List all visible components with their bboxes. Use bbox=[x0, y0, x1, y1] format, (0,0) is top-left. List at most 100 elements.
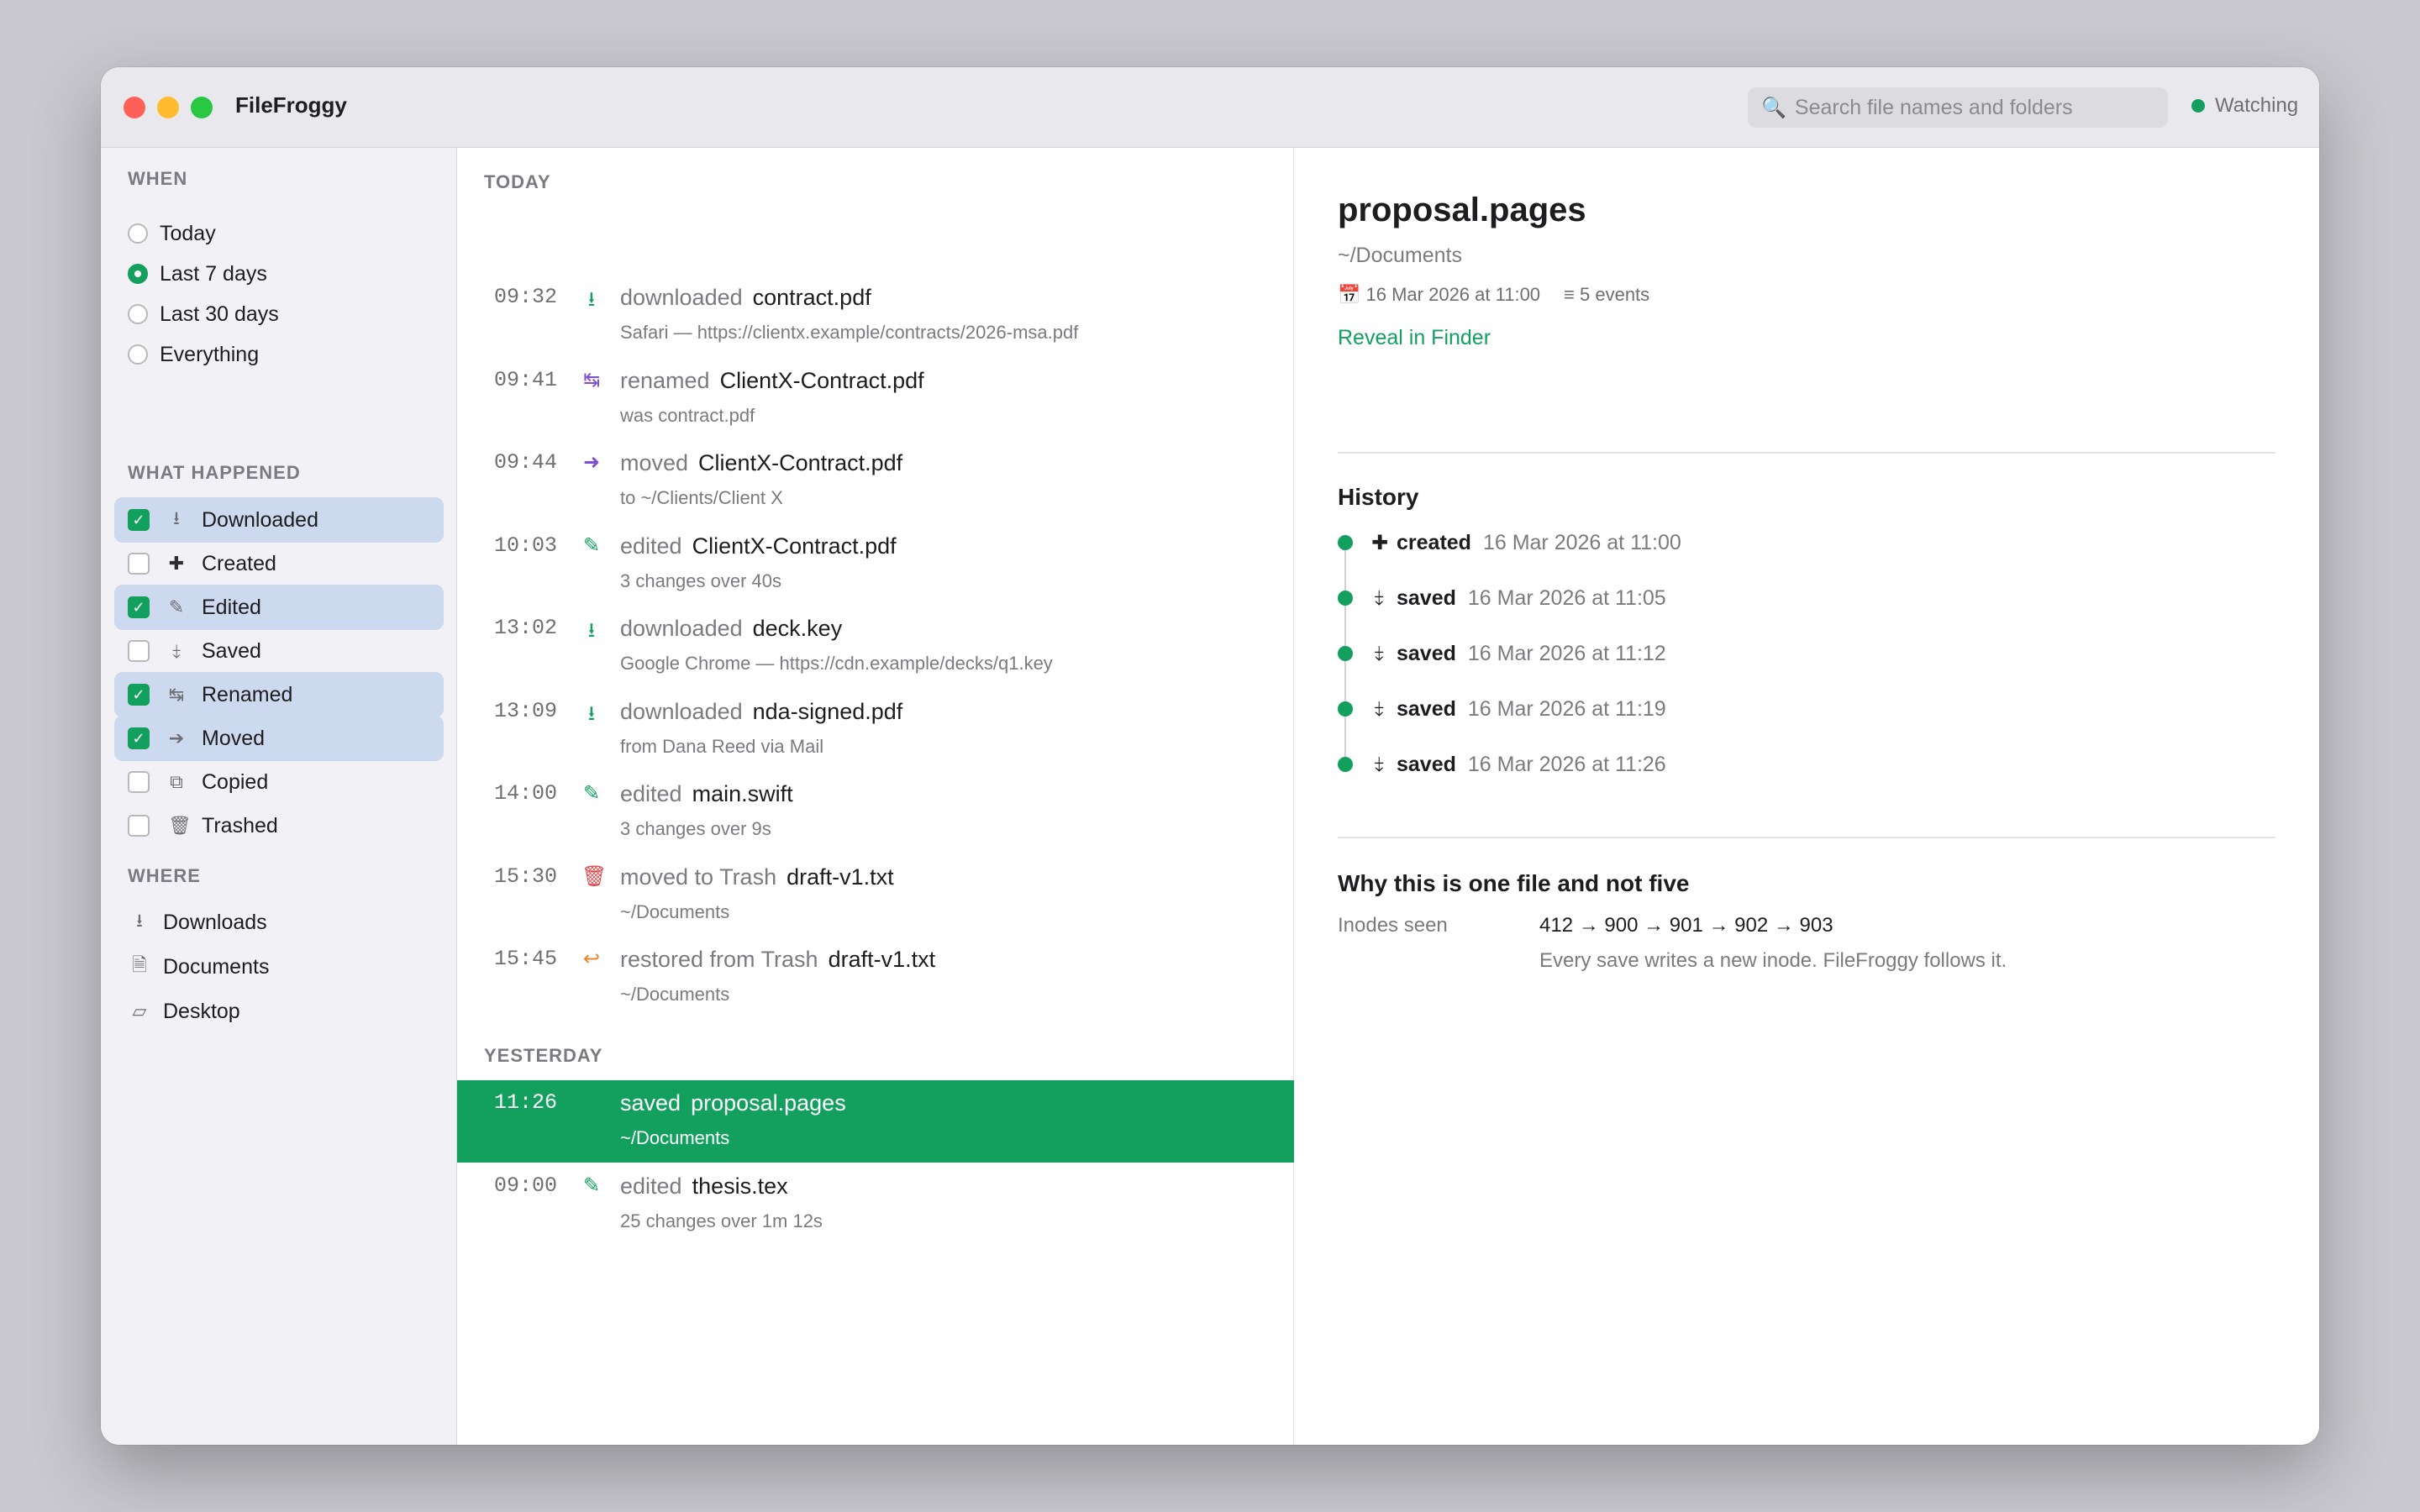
filter-saved[interactable]: ⤈ Saved bbox=[114, 628, 444, 674]
where-item-documents[interactable]: 🗎 Documents bbox=[131, 948, 269, 985]
event-detail: to ~/Clients/Client X bbox=[620, 487, 783, 508]
zoom-window-button[interactable] bbox=[191, 97, 213, 118]
history-dot-icon bbox=[1338, 701, 1353, 717]
event-time: 13:02 bbox=[494, 616, 558, 640]
checkbox[interactable] bbox=[128, 553, 150, 575]
search-input[interactable] bbox=[1794, 95, 2148, 120]
pencil-icon: ✎ bbox=[582, 1173, 601, 1197]
history-dot-icon bbox=[1338, 646, 1353, 661]
detail-file-path: ~/Documents bbox=[1338, 244, 1462, 267]
event-summary: restored from Trash draft-v1.txt bbox=[620, 947, 935, 973]
day-header-today: TODAY bbox=[484, 171, 551, 192]
filter-edited[interactable]: ✓ ✎ Edited bbox=[114, 585, 444, 630]
restore-icon: ↩ bbox=[582, 948, 601, 970]
close-window-button[interactable] bbox=[124, 97, 145, 118]
history-entry: ⤈ saved 16 Mar 2026 at 11:26 bbox=[1338, 748, 1666, 781]
where-item-label: Desktop bbox=[163, 999, 240, 1023]
event-file-name: ClientX-Contract.pdf bbox=[692, 533, 897, 559]
pencil-icon: ✎ bbox=[168, 596, 185, 617]
event-row[interactable]: 14:00 ✎ edited main.swift 3 changes over 9s bbox=[457, 771, 1294, 853]
checkbox[interactable] bbox=[128, 771, 150, 793]
history-action: saved bbox=[1397, 696, 1456, 721]
when-option[interactable]: Everything bbox=[128, 338, 259, 371]
filter-label: Downloaded bbox=[202, 507, 318, 532]
event-detail: 3 changes over 9s bbox=[620, 818, 771, 839]
filter-trashed[interactable]: 🗑 Trashed bbox=[114, 803, 444, 848]
event-row[interactable]: 09:44 ➜ moved ClientX-Contract.pdf to ~/Clie… bbox=[457, 440, 1294, 522]
when-section-title: WHEN bbox=[128, 168, 188, 189]
event-row[interactable]: 11:26 ⤈ saved proposal.pages ~/Documents bbox=[457, 1080, 1294, 1163]
checkbox[interactable]: ✓ bbox=[128, 727, 150, 749]
history-entry: ⤈ saved 16 Mar 2026 at 11:05 bbox=[1338, 581, 1666, 615]
event-time: 09:44 bbox=[494, 450, 558, 475]
event-summary: downloaded nda-signed.pdf bbox=[620, 699, 902, 725]
what-happened-section-title: WHAT HAPPENED bbox=[128, 462, 301, 483]
event-row[interactable]: 13:09 ⭳ downloaded nda-signed.pdf from Dana … bbox=[457, 689, 1294, 771]
status-dot-icon bbox=[2191, 99, 2205, 113]
event-file-name: draft-v1.txt bbox=[786, 864, 894, 890]
trash-icon: 🗑 bbox=[168, 815, 192, 836]
where-item-downloads[interactable]: ⭳ Downloads bbox=[131, 904, 267, 941]
calendar-icon: 📅 bbox=[1338, 284, 1366, 305]
event-detail: from Dana Reed via Mail bbox=[620, 735, 824, 757]
pencil-icon: ✎ bbox=[582, 533, 601, 557]
radio-button[interactable] bbox=[128, 344, 148, 365]
event-row[interactable]: 09:32 ⭳ downloaded contract.pdf Safari — htt… bbox=[457, 275, 1294, 357]
radio-button[interactable] bbox=[128, 223, 148, 244]
checkbox[interactable]: ✓ bbox=[128, 684, 150, 706]
watching-status: Watching bbox=[2191, 94, 2298, 118]
event-file-name: main.swift bbox=[692, 781, 793, 806]
radio-button[interactable] bbox=[128, 264, 148, 284]
search-field[interactable]: 🔍 bbox=[1748, 87, 2168, 128]
history-action: saved bbox=[1397, 752, 1456, 776]
where-item-desktop[interactable]: ▱ Desktop bbox=[131, 993, 240, 1030]
inodes-value: 412 → 900 → 901 → 902 → 903 bbox=[1539, 914, 1833, 937]
document-icon: 🗎 bbox=[132, 954, 147, 975]
event-file-name: deck.key bbox=[752, 616, 843, 641]
reveal-in-finder-link[interactable]: Reveal in Finder bbox=[1338, 326, 1491, 350]
history-time: 16 Mar 2026 at 11:19 bbox=[1467, 696, 1666, 721]
event-action: downloaded bbox=[620, 616, 743, 641]
filter-label: Created bbox=[202, 551, 276, 575]
event-row[interactable]: 13:02 ⭳ downloaded deck.key Google Chrome — … bbox=[457, 606, 1294, 688]
filter-created[interactable]: ✚ Created bbox=[114, 541, 444, 586]
event-row[interactable]: 15:30 🗑 moved to Trash draft-v1.txt ~/Docume… bbox=[457, 854, 1294, 937]
when-option[interactable]: Last 7 days bbox=[128, 257, 267, 291]
event-action: restored from Trash bbox=[620, 947, 818, 972]
event-file-name: nda-signed.pdf bbox=[752, 698, 903, 724]
title-bar: FileFroggy 🔍 Watching bbox=[101, 67, 2319, 148]
event-row[interactable]: 09:41 ↹ renamed ClientX-Contract.pdf was con… bbox=[457, 358, 1294, 440]
history-dot-icon bbox=[1338, 757, 1353, 772]
filter-copied[interactable]: ⧉ Copied bbox=[114, 759, 444, 805]
inodes-note: Every save writes a new inode. FileFrogg… bbox=[1539, 949, 2007, 972]
event-time: 15:45 bbox=[494, 947, 558, 971]
checkbox[interactable] bbox=[128, 640, 150, 662]
when-option[interactable]: Last 30 days bbox=[128, 297, 279, 331]
filter-moved[interactable]: ✓ ➔ Moved bbox=[114, 716, 444, 761]
list-icon: ≡ bbox=[1564, 284, 1580, 305]
event-summary: downloaded deck.key bbox=[620, 616, 842, 642]
when-option[interactable]: Today bbox=[128, 217, 216, 250]
download-icon: ⭳ bbox=[173, 507, 180, 528]
history-dot-icon bbox=[1338, 591, 1353, 606]
minimize-window-button[interactable] bbox=[157, 97, 179, 118]
filter-label: Copied bbox=[202, 769, 269, 794]
checkbox[interactable]: ✓ bbox=[128, 596, 150, 618]
checkbox[interactable] bbox=[128, 815, 150, 837]
downloads-folder-icon: ⭳ bbox=[136, 910, 143, 931]
event-row[interactable]: 09:00 ✎ edited thesis.tex 25 changes over 1m… bbox=[457, 1163, 1294, 1246]
event-time: 14:00 bbox=[494, 781, 558, 806]
inodes-label: Inodes seen bbox=[1338, 914, 1448, 937]
checkbox[interactable]: ✓ bbox=[128, 509, 150, 531]
detail-meta: 📅 16 Mar 2026 at 11:00 ≡ 5 events bbox=[1338, 284, 1649, 306]
when-option-label: Last 7 days bbox=[160, 261, 267, 286]
filter-renamed[interactable]: ✓ ↹ Renamed bbox=[114, 672, 444, 717]
arrow-right-icon: ➜ bbox=[582, 451, 601, 474]
event-row[interactable]: 10:03 ✎ edited ClientX-Contract.pdf 3 change… bbox=[457, 523, 1294, 606]
event-row[interactable]: 15:45 ↩ restored from Trash draft-v1.txt ~/D… bbox=[457, 937, 1294, 1019]
history-entry: ⤈ saved 16 Mar 2026 at 11:19 bbox=[1338, 692, 1666, 726]
filter-downloaded[interactable]: ✓ ⭳ Downloaded bbox=[114, 497, 444, 543]
radio-button[interactable] bbox=[128, 304, 148, 324]
event-timeline: TODAY 09:32 ⭳ downloaded contract.pdf Safari… bbox=[457, 148, 1294, 1445]
save-icon: ⤈ bbox=[1374, 753, 1384, 775]
